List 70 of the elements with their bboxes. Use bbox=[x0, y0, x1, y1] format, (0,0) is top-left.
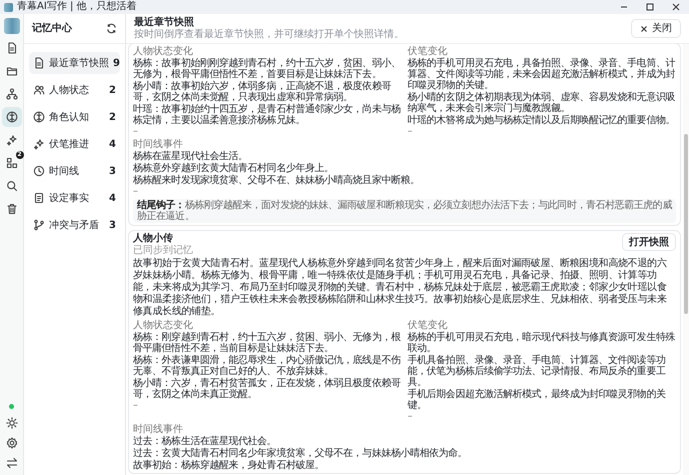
trash-icon bbox=[6, 203, 18, 215]
clock-icon bbox=[33, 165, 45, 177]
section-heading: 时间线事件 bbox=[133, 424, 184, 435]
refresh-icon[interactable] bbox=[106, 23, 117, 34]
sidebar-item[interactable]: 人物状态 2 bbox=[29, 79, 120, 101]
list-item-text: 杨栋的手机可用灵石充电，暗示现代科技与修真资源可发生特殊联动。 bbox=[408, 332, 676, 354]
sidebar-item[interactable]: 时间线 3 bbox=[29, 160, 120, 182]
list-item-text: 手机后期会因超充激活解析模式，最终成为封印噬灵邪物的关键。 bbox=[408, 389, 666, 411]
end-mark: – bbox=[408, 126, 414, 137]
list-item-text: 杨栋：刚穿越到青石村，约十五六岁，贫困、弱小、无修为，根骨平庸但悟性不差，当前目标是让妹妹活下去。 bbox=[133, 332, 402, 354]
brain-icon bbox=[6, 111, 18, 123]
notepad-icon bbox=[33, 192, 45, 204]
list-item-text: 杨栋：外表谦卑圆滑，能忍辱求生，内心骄傲记仇，底线是不伤无辜、不背叛真正对自己好的人、不放弃妹妹。 bbox=[133, 355, 402, 377]
people-icon bbox=[33, 84, 45, 96]
list-item-text: 杨小晴：故事初始六岁，体弱多病，正高烧不退，极度依赖哥哥，玄阴之体尚未觉醒，只表现出虚寒和异常病弱。 bbox=[133, 81, 392, 103]
scrollbar[interactable] bbox=[683, 44, 689, 475]
document-icon bbox=[33, 57, 45, 69]
list-item-text: 叶瑶的木簪将成为她与杨栋定情以及后期唤醒记忆的重要信物。 bbox=[408, 115, 676, 126]
branch-icon bbox=[33, 219, 45, 231]
settings-icon[interactable] bbox=[6, 437, 18, 449]
card-title: 人物小传 bbox=[133, 233, 174, 244]
close-icon bbox=[640, 24, 648, 32]
end-mark: – bbox=[133, 186, 139, 197]
swap-arrows-icon[interactable] bbox=[6, 457, 18, 469]
list-item-text: 杨栋在蓝星现代社会生活。 bbox=[133, 151, 249, 162]
sidebar-item[interactable]: 冲突与矛盾 3 bbox=[29, 214, 120, 236]
list-item-text: 杨栋的手机可用灵石充电，具备拍照、录像、录音、手电筒、计算器、文件阅读等功能，未来会因超充激活解析模式，并成为封印噬灵邪物的关键。 bbox=[408, 58, 676, 91]
brain-icon bbox=[33, 111, 45, 123]
hook-text: 结尾钩子：杨栋刚穿越醒来，面对发烧的妹妹、漏雨破屋和断粮现实，必须立刻想办法活下去；与此同时，青石村恶霸王虎的威胁正在逼近。 bbox=[133, 199, 676, 223]
list-item-text: 故事初始：杨栋穿越醒来，身处青石村破屋。 bbox=[133, 460, 326, 471]
sidebar-item[interactable]: 最近章节快照 9 bbox=[29, 52, 120, 74]
section-heading: 人物状态变化 bbox=[133, 320, 194, 331]
sidebar-title: 记忆中心 bbox=[32, 21, 72, 36]
list-item-text: 过去：杨栋生活在蓝星现代社会。 bbox=[133, 436, 278, 447]
list-item-text: 叶瑶：故事初始约十四五岁，是青石村普通邻家少女，尚未与杨栋定情，主要以温柔善意接济杨栋兄妹。 bbox=[133, 104, 402, 126]
end-mark: – bbox=[133, 400, 139, 411]
grid-icon bbox=[6, 157, 18, 169]
list-item-text: 杨小晴：六岁，青石村贫苦孤女，正在发烧，体弱且极度依赖哥哥，玄阴之体尚未真正觉醒。 bbox=[133, 378, 402, 400]
sidebar-item[interactable]: 设定事实 4 bbox=[29, 187, 120, 209]
folder-icon bbox=[6, 65, 18, 77]
list-item-text: 手机具备拍照、录像、录音、手电筒、计算器、文件阅读等功能，伏笔为杨栋后续偷学功法、记录情报、布局反杀的重要工具。 bbox=[408, 355, 666, 388]
close-button[interactable]: 关闭 bbox=[631, 19, 681, 38]
summary-paragraph: 故事初始于玄黄大陆青石村。蓝星现代人杨栋意外穿越到同名贫苦少年身上，醒来后面对漏雨破屋、断粮困境和高烧不退的六岁妹妹杨小晴。杨栋无修为、根骨平庸，唯一特殊依仗是随身手机；手机可用灵石充电，具备记录、拍摄、照明、计算等功能，未来将成为其学习、布局乃至封印噬灵邪物的关键。青石村中，杨栋兄妹处于底层，被恶霸王虎欺凌；邻家少女叶瑶以食物和温柔接济他们，猎户王铁柱未来会教授杨栋陷阱和山林求生技巧。故事初始核心是底层求生、兄妹相依、弱者受压与未来修真成长线的铺垫。 bbox=[133, 258, 668, 318]
search-icon bbox=[6, 180, 18, 192]
list-item-text: 杨栋：故事初始刚刚穿越到青石村，约十五六岁，贫困、弱小、无修为，根骨平庸但悟性不差，首要目标是让妹妹活下去。 bbox=[133, 58, 402, 80]
document-icon bbox=[6, 42, 18, 54]
panel-title: 最近章节快照 bbox=[134, 16, 195, 28]
window-title: 青幕AI写作 | 他，只想活着 bbox=[17, 1, 137, 13]
section-heading: 伏笔变化 bbox=[408, 320, 448, 331]
list-item-text: 杨小晴的玄阴之体初期表现为体弱、虚寒、容易发烧和无意识吸纳寒气，未来会引来宗门与魔教觊觎。 bbox=[408, 92, 676, 114]
end-mark: – bbox=[408, 411, 414, 422]
open-snapshot-button[interactable]: 打开快照 bbox=[622, 233, 676, 251]
hierarchy-icon bbox=[6, 88, 18, 100]
sparkles-icon bbox=[6, 134, 18, 146]
app-logo-icon bbox=[4, 18, 20, 34]
list-item-text: 杨栋醒来时发现家境贫寒、父母不在、妹妹杨小晴高烧且家中断粮。 bbox=[133, 175, 421, 186]
list-item-text: 杨栋意外穿越到玄黄大陆青石村同名少年身上。 bbox=[133, 163, 335, 174]
sun-icon[interactable] bbox=[6, 417, 18, 429]
rail-button[interactable] bbox=[2, 107, 22, 127]
list-item-text: 过去：玄黄大陆青石村同名少年家境贫寒，父母不在，与妹妹杨小晴相依为命。 bbox=[133, 448, 468, 459]
app-logo-icon bbox=[4, 2, 13, 12]
sync-status: 已同步到记忆 bbox=[133, 245, 193, 256]
sidebar-item[interactable]: 伏笔推进 4 bbox=[29, 133, 120, 155]
section-heading: 时间线事件 bbox=[133, 139, 184, 150]
sparkles-icon bbox=[33, 138, 45, 150]
end-mark: – bbox=[133, 126, 139, 137]
sidebar-item[interactable]: 角色认知 2 bbox=[29, 106, 120, 128]
section-heading: 伏笔变化 bbox=[408, 46, 448, 57]
panel-subtitle: 按时间倒序查看最近章节快照，并可继续打开单个快照详情。 bbox=[134, 28, 404, 40]
section-heading: 人物状态变化 bbox=[133, 46, 194, 57]
